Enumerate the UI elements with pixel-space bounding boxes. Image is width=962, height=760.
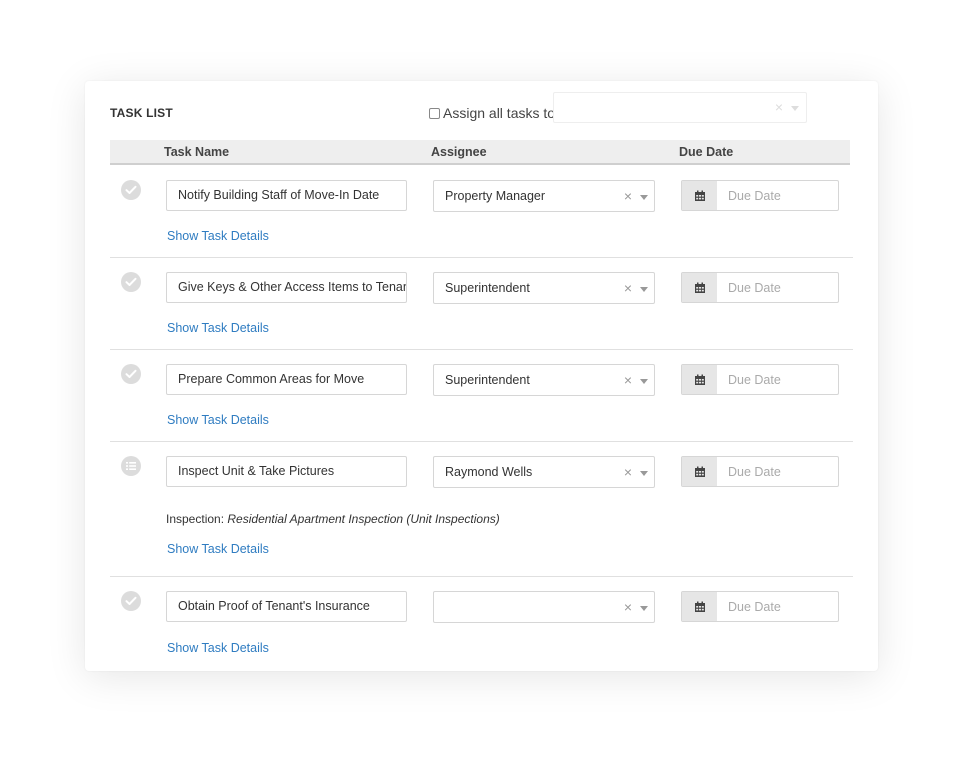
show-task-details-link[interactable]: Show Task Details xyxy=(167,413,269,427)
task-name-input[interactable]: Inspect Unit & Take Pictures xyxy=(166,456,407,487)
task-row: Give Keys & Other Access Items to Tenant… xyxy=(110,258,853,350)
task-name-input[interactable]: Notify Building Staff of Move-In Date xyxy=(166,180,407,211)
calendar-icon[interactable] xyxy=(682,592,717,621)
due-date-placeholder: Due Date xyxy=(728,373,781,387)
task-row: Obtain Proof of Tenant's Insurance × Due… xyxy=(110,577,853,667)
due-date-input[interactable]: Due Date xyxy=(681,272,839,303)
task-row: Inspect Unit & Take Pictures Raymond Wel… xyxy=(110,442,853,577)
assignee-value: Property Manager xyxy=(445,189,546,203)
list-circle-icon[interactable] xyxy=(121,456,141,476)
clear-icon[interactable]: × xyxy=(624,280,632,296)
assignee-select[interactable]: Superintendent × xyxy=(433,272,655,304)
assign-all-toggle[interactable]: Assign all tasks to xyxy=(429,105,555,121)
chevron-down-icon[interactable] xyxy=(791,106,799,111)
due-date-input[interactable]: Due Date xyxy=(681,591,839,622)
task-name-input[interactable]: Obtain Proof of Tenant's Insurance xyxy=(166,591,407,622)
clear-icon[interactable]: × xyxy=(624,464,632,480)
calendar-icon[interactable] xyxy=(682,365,717,394)
due-date-placeholder: Due Date xyxy=(728,600,781,614)
due-date-input[interactable]: Due Date xyxy=(681,180,839,211)
column-header-assignee: Assignee xyxy=(431,145,487,159)
inspection-value: Residential Apartment Inspection (Unit I… xyxy=(227,512,500,526)
due-date-placeholder: Due Date xyxy=(728,281,781,295)
due-date-placeholder: Due Date xyxy=(728,189,781,203)
column-header-due-date: Due Date xyxy=(679,145,734,159)
calendar-icon[interactable] xyxy=(682,457,717,486)
assignee-select[interactable]: Superintendent × xyxy=(433,364,655,396)
calendar-icon[interactable] xyxy=(682,181,717,210)
assignee-select[interactable]: Property Manager × xyxy=(433,180,655,212)
due-date-input[interactable]: Due Date xyxy=(681,456,839,487)
due-date-input[interactable]: Due Date xyxy=(681,364,839,395)
table-header: Task Name Assignee Due Date xyxy=(110,140,850,165)
task-row: Prepare Common Areas for Move Superinten… xyxy=(110,350,853,442)
assign-all-checkbox[interactable] xyxy=(429,107,440,119)
task-list-panel: TASK LIST Assign all tasks to × Task Nam… xyxy=(85,81,878,671)
chevron-down-icon[interactable] xyxy=(640,287,648,292)
show-task-details-link[interactable]: Show Task Details xyxy=(167,321,269,335)
check-circle-icon[interactable] xyxy=(121,272,141,292)
task-row: Notify Building Staff of Move-In Date Pr… xyxy=(110,165,853,258)
chevron-down-icon[interactable] xyxy=(640,471,648,476)
show-task-details-link[interactable]: Show Task Details xyxy=(167,542,269,556)
clear-icon[interactable]: × xyxy=(624,599,632,615)
show-task-details-link[interactable]: Show Task Details xyxy=(167,641,269,655)
calendar-icon[interactable] xyxy=(682,273,717,302)
inspection-info: Inspection: Residential Apartment Inspec… xyxy=(166,512,500,526)
check-circle-icon[interactable] xyxy=(121,364,141,384)
task-name-input[interactable]: Prepare Common Areas for Move xyxy=(166,364,407,395)
check-circle-icon[interactable] xyxy=(121,180,141,200)
assignee-value: Superintendent xyxy=(445,281,530,295)
chevron-down-icon[interactable] xyxy=(640,195,648,200)
task-name-input[interactable]: Give Keys & Other Access Items to Tenant xyxy=(166,272,407,303)
clear-icon[interactable]: × xyxy=(624,188,632,204)
show-task-details-link[interactable]: Show Task Details xyxy=(167,229,269,243)
column-header-task-name: Task Name xyxy=(164,145,230,159)
assign-all-select[interactable]: × xyxy=(553,92,807,123)
check-circle-icon[interactable] xyxy=(121,591,141,611)
inspection-label: Inspection: xyxy=(166,512,225,526)
assignee-value: Raymond Wells xyxy=(445,465,533,479)
due-date-placeholder: Due Date xyxy=(728,465,781,479)
chevron-down-icon[interactable] xyxy=(640,379,648,384)
clear-icon[interactable]: × xyxy=(775,99,783,115)
assignee-select[interactable]: Raymond Wells × xyxy=(433,456,655,488)
assignee-value: Superintendent xyxy=(445,373,530,387)
panel-title: TASK LIST xyxy=(110,106,173,120)
chevron-down-icon[interactable] xyxy=(640,606,648,611)
clear-icon[interactable]: × xyxy=(624,372,632,388)
assignee-select[interactable]: × xyxy=(433,591,655,623)
assign-all-label: Assign all tasks to xyxy=(443,105,556,121)
